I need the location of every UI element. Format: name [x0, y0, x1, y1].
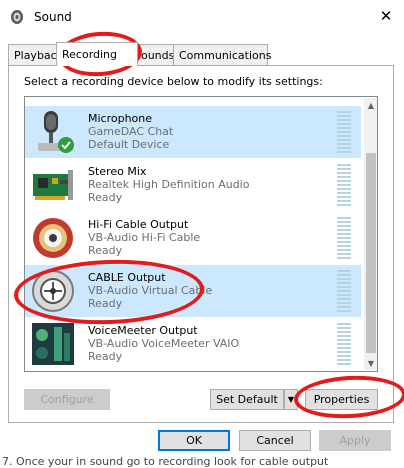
configure-button[interactable]: Configure: [24, 389, 110, 410]
recording-device-list[interactable]: Microphone GameDAC Chat Default Device S…: [24, 96, 378, 372]
background-instruction-text: 7. Once your in sound go to recording lo…: [2, 455, 329, 468]
device-cable-output[interactable]: CABLE Output VB-Audio Virtual Cable Read…: [25, 265, 361, 317]
tab-recording-label: Recording: [62, 48, 118, 61]
level-meter: [337, 164, 351, 206]
tab-sounds-label: Sounds: [134, 48, 175, 62]
title-bar: Sound ✕: [0, 0, 404, 32]
sound-card-icon: [33, 170, 73, 200]
close-icon: ✕: [379, 7, 393, 25]
tab-communications-label: Communications: [179, 48, 272, 62]
device-name: Microphone: [88, 112, 153, 125]
device-description: VB-Audio Virtual Cable: [88, 284, 213, 297]
scroll-thumb[interactable]: [366, 153, 376, 353]
tab-communications[interactable]: Communications: [173, 44, 272, 65]
rca-jack-icon: [33, 218, 73, 258]
device-description: VB-Audio VoiceMeeter VAIO: [88, 337, 240, 350]
level-meter: [337, 217, 351, 259]
speaker-app-icon: [11, 10, 23, 24]
device-status: Default Device: [88, 138, 170, 151]
device-name: Stereo Mix: [88, 165, 147, 178]
level-meter: [337, 111, 351, 153]
ok-button[interactable]: OK: [158, 430, 230, 451]
set-default-button[interactable]: Set Default: [210, 389, 284, 410]
device-description: VB-Audio Hi-Fi Cable: [88, 231, 201, 244]
device-status: Ready: [88, 244, 123, 257]
device-voicemeeter-output[interactable]: VoiceMeeter Output VB-Audio VoiceMeeter …: [25, 318, 361, 370]
device-status: Ready: [88, 297, 123, 310]
instruction-text: Select a recording device below to modif…: [24, 75, 323, 88]
apply-button[interactable]: Apply: [319, 430, 391, 451]
microphone-icon: [38, 111, 74, 153]
set-default-dropdown-icon[interactable]: ▼: [284, 389, 298, 410]
device-description: GameDAC Chat: [88, 125, 174, 138]
device-status: Ready: [88, 191, 123, 204]
device-hifi-cable-output[interactable]: Hi-Fi Cable Output VB-Audio Hi-Fi Cable …: [25, 212, 361, 264]
voicemeeter-icon: [32, 323, 74, 365]
device-status: Ready: [88, 350, 123, 363]
level-meter: [337, 270, 351, 312]
scroll-up-arrow-icon[interactable]: ▲: [364, 98, 377, 112]
device-description: Realtek High Definition Audio: [88, 178, 250, 191]
window-title: Sound: [34, 10, 72, 24]
cancel-button[interactable]: Cancel: [239, 430, 311, 451]
device-microphone[interactable]: Microphone GameDAC Chat Default Device: [25, 106, 361, 158]
vertical-scrollbar[interactable]: ▲ ▼: [364, 98, 377, 370]
device-name: CABLE Output: [88, 271, 166, 284]
scroll-down-arrow-icon[interactable]: ▼: [364, 356, 377, 370]
level-meter: [337, 323, 351, 365]
close-button[interactable]: ✕: [372, 4, 400, 28]
cable-connector-icon: [32, 270, 74, 312]
tab-recording[interactable]: Recording: [56, 42, 138, 66]
properties-button[interactable]: Properties: [305, 389, 378, 410]
device-stereo-mix[interactable]: Stereo Mix Realtek High Definition Audio…: [25, 159, 361, 211]
device-name: Hi-Fi Cable Output: [88, 218, 189, 231]
device-name: VoiceMeeter Output: [88, 324, 198, 337]
